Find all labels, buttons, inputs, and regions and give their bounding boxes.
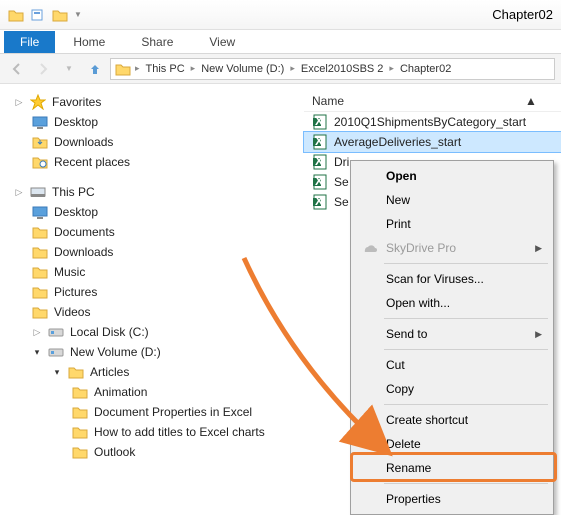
tree-pc-documents[interactable]: Documents xyxy=(10,222,290,242)
tree-art-animation[interactable]: Animation xyxy=(10,382,290,402)
tree-art-outlook[interactable]: Outlook xyxy=(10,442,290,462)
tab-view[interactable]: View xyxy=(191,31,253,53)
excel-file-icon: X xyxy=(312,134,328,150)
excel-file-icon: X xyxy=(312,154,328,170)
qa-properties-icon[interactable] xyxy=(30,8,46,22)
file-row-selected[interactable]: X AverageDeliveries_start xyxy=(304,132,561,152)
chevron-right-icon[interactable]: ▸ xyxy=(133,63,142,74)
window-title: Chapter02 xyxy=(492,7,553,22)
menu-print[interactable]: Print xyxy=(354,212,550,236)
tree-art-howto[interactable]: How to add titles to Excel charts xyxy=(10,422,290,442)
chevron-right-icon[interactable]: ▸ xyxy=(387,63,396,74)
file-name: Se xyxy=(334,175,349,189)
qa-dropdown-icon[interactable]: ▼ xyxy=(74,10,82,19)
address-bar: ▼ ▸ This PC ▸ New Volume (D:) ▸ Excel201… xyxy=(0,54,561,84)
breadcrumb[interactable]: ▸ This PC ▸ New Volume (D:) ▸ Excel2010S… xyxy=(110,58,555,80)
tree-favorites[interactable]: ▷Favorites xyxy=(10,92,290,112)
column-header-name[interactable]: Name ▲ xyxy=(304,84,561,112)
tab-file[interactable]: File xyxy=(4,31,55,53)
svg-text:X: X xyxy=(315,194,323,208)
menu-delete[interactable]: Delete xyxy=(354,432,550,456)
tab-share[interactable]: Share xyxy=(123,31,191,53)
menu-separator xyxy=(384,318,548,319)
qa-newfolder-icon[interactable] xyxy=(52,8,68,22)
menu-openwith[interactable]: Open with... xyxy=(354,291,550,315)
expander-open-icon[interactable]: ▾ xyxy=(52,367,62,378)
tree-fav-desktop[interactable]: Desktop xyxy=(10,112,290,132)
submenu-arrow-icon: ▶ xyxy=(535,329,542,340)
tree-pc-desktop[interactable]: Desktop xyxy=(10,202,290,222)
tree-pc-localdisk[interactable]: ▷Local Disk (C:) xyxy=(10,322,290,342)
file-name: AverageDeliveries_start xyxy=(334,135,461,149)
crumb-thispc[interactable]: This PC xyxy=(142,63,189,75)
nav-forward-button[interactable] xyxy=(32,58,54,80)
tree-art-docprops[interactable]: Document Properties in Excel xyxy=(10,402,290,422)
folder-small-icon xyxy=(8,8,24,22)
tree-pc-videos[interactable]: Videos xyxy=(10,302,290,322)
folder-icon xyxy=(115,62,131,76)
svg-text:X: X xyxy=(315,154,323,168)
crumb-chapter[interactable]: Chapter02 xyxy=(396,63,455,75)
nav-up-button[interactable] xyxy=(84,58,106,80)
chevron-right-icon[interactable]: ▸ xyxy=(189,63,198,74)
tree-fav-downloads[interactable]: Downloads xyxy=(10,132,290,152)
menu-copy[interactable]: Copy xyxy=(354,377,550,401)
tab-home[interactable]: Home xyxy=(55,31,123,53)
file-name: 2010Q1ShipmentsByCategory_start xyxy=(334,115,526,129)
menu-cut[interactable]: Cut xyxy=(354,353,550,377)
menu-rename[interactable]: Rename xyxy=(354,456,550,480)
expander-icon[interactable]: ▷ xyxy=(14,97,24,108)
menu-separator xyxy=(384,263,548,264)
title-bar: ▼ Chapter02 xyxy=(0,0,561,30)
menu-skydrive[interactable]: SkyDrive Pro▶ xyxy=(354,236,550,260)
expander-icon[interactable]: ▷ xyxy=(14,187,24,198)
tree-pc-downloads[interactable]: Downloads xyxy=(10,242,290,262)
skydrive-icon xyxy=(360,239,378,257)
menu-sendto[interactable]: Send to▶ xyxy=(354,322,550,346)
tree-fav-recent[interactable]: Recent places xyxy=(10,152,290,172)
ribbon-tabs: File Home Share View xyxy=(0,30,561,54)
svg-text:X: X xyxy=(315,174,323,188)
menu-open[interactable]: Open xyxy=(354,164,550,188)
chevron-right-icon[interactable]: ▸ xyxy=(288,63,297,74)
file-name: Se xyxy=(334,195,349,209)
context-menu: Open New Print SkyDrive Pro▶ Scan for Vi… xyxy=(350,160,554,515)
menu-shortcut[interactable]: Create shortcut xyxy=(354,408,550,432)
menu-separator xyxy=(384,404,548,405)
tree-thispc[interactable]: ▷This PC xyxy=(10,182,290,202)
menu-separator xyxy=(384,349,548,350)
menu-properties[interactable]: Properties xyxy=(354,487,550,511)
crumb-excel[interactable]: Excel2010SBS 2 xyxy=(297,63,388,75)
nav-back-button[interactable] xyxy=(6,58,28,80)
file-name: Dri xyxy=(334,155,349,169)
sort-asc-icon[interactable]: ▲ xyxy=(521,94,541,108)
expander-icon[interactable]: ▷ xyxy=(32,327,42,338)
submenu-arrow-icon: ▶ xyxy=(535,243,542,254)
tree-pc-pictures[interactable]: Pictures xyxy=(10,282,290,302)
menu-new[interactable]: New xyxy=(354,188,550,212)
crumb-newvol[interactable]: New Volume (D:) xyxy=(197,63,288,75)
file-row[interactable]: X 2010Q1ShipmentsByCategory_start xyxy=(304,112,561,132)
tree-articles[interactable]: ▾Articles xyxy=(10,362,290,382)
menu-scan[interactable]: Scan for Viruses... xyxy=(354,267,550,291)
excel-file-icon: X xyxy=(312,194,328,210)
excel-file-icon: X xyxy=(312,174,328,190)
menu-separator xyxy=(384,483,548,484)
expander-open-icon[interactable]: ▾ xyxy=(32,347,42,358)
svg-text:X: X xyxy=(315,114,323,128)
nav-tree: ▷Favorites Desktop Downloads Recent plac… xyxy=(0,84,294,497)
tree-pc-newvolume[interactable]: ▾New Volume (D:) xyxy=(10,342,290,362)
svg-text:X: X xyxy=(315,134,323,148)
excel-file-icon: X xyxy=(312,114,328,130)
tree-pc-music[interactable]: Music xyxy=(10,262,290,282)
nav-recent-dropdown[interactable]: ▼ xyxy=(58,58,80,80)
